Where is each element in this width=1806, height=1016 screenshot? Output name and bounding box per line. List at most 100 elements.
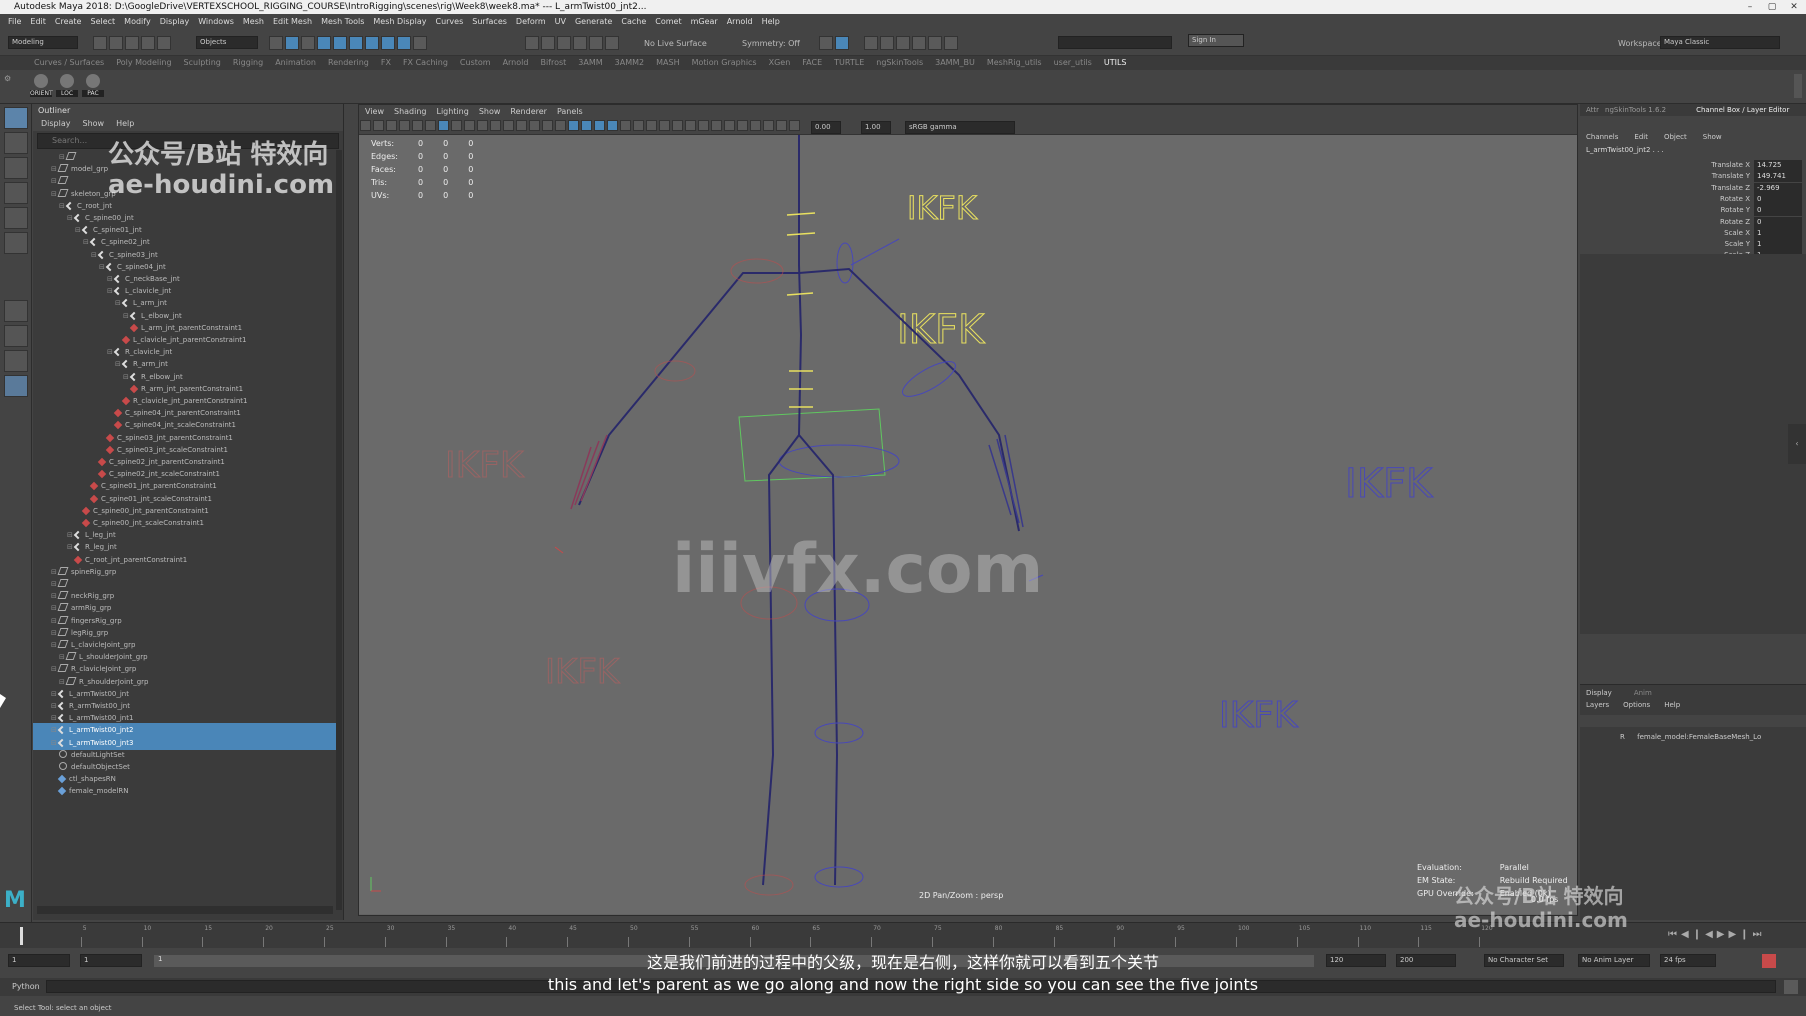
shelf-tab-sculpting[interactable]: Sculpting: [184, 58, 221, 67]
viewport-tool-icon[interactable]: [776, 120, 787, 131]
menu-generate[interactable]: Generate: [575, 17, 612, 26]
viewport-tool-icon[interactable]: [789, 120, 800, 131]
single-layout-icon[interactable]: [4, 300, 28, 322]
save-scene-icon[interactable]: [125, 36, 139, 50]
shelf-tab-3amm2[interactable]: 3AMM2: [615, 58, 644, 67]
minimize-button[interactable]: –: [1740, 0, 1760, 14]
shelf-button-pac[interactable]: PAC: [82, 72, 104, 102]
root-control[interactable]: [778, 444, 900, 478]
shelf-tab-arnold[interactable]: Arnold: [503, 58, 529, 67]
playback-controls[interactable]: ⏮◀❙◀▶▶❙⏭: [1668, 929, 1766, 940]
layer-menu-help[interactable]: Help: [1664, 701, 1680, 709]
menu-windows[interactable]: Windows: [198, 17, 234, 26]
close-button[interactable]: ✕: [1784, 0, 1804, 14]
layer-tab-anim[interactable]: Anim: [1634, 689, 1652, 697]
right-pole-vector[interactable]: [554, 546, 564, 554]
mask-dynamic-icon[interactable]: [381, 36, 395, 50]
viewport-tool-icon[interactable]: [737, 120, 748, 131]
outliner-menu-help[interactable]: Help: [116, 119, 134, 128]
menu-help[interactable]: Help: [762, 17, 780, 26]
open-scene-icon[interactable]: [109, 36, 123, 50]
two-layout-icon[interactable]: [4, 350, 28, 372]
menu-display[interactable]: Display: [160, 17, 190, 26]
shelf-tab-3amm-bu[interactable]: 3AMM_BU: [935, 58, 975, 67]
shelf-tab-rigging[interactable]: Rigging: [233, 58, 263, 67]
viewport-tool-icon[interactable]: [529, 120, 540, 131]
left-pole-vector[interactable]: [1028, 574, 1044, 582]
playback-end-field[interactable]: 120: [1326, 954, 1386, 967]
menu-curves[interactable]: Curves: [435, 17, 463, 26]
right-arm-joints[interactable]: [578, 272, 799, 506]
viewport-menu-view[interactable]: View: [365, 107, 384, 116]
shelf-tab-3amm[interactable]: 3AMM: [578, 58, 602, 67]
select-tool-icon[interactable]: [4, 107, 28, 129]
viewport-tool-icon[interactable]: [399, 120, 410, 131]
viewport-tool-icon[interactable]: [373, 120, 384, 131]
mask-surface-icon[interactable]: [349, 36, 363, 50]
select-object-icon[interactable]: [285, 36, 299, 50]
channel-menu-object[interactable]: Object: [1664, 133, 1687, 141]
layer-name[interactable]: female_model:FemaleBaseMesh_Lo: [1637, 733, 1761, 741]
snap-point-icon[interactable]: [557, 36, 571, 50]
outliner-scrollbar[interactable]: [336, 150, 342, 910]
playback-start-field[interactable]: 1: [80, 954, 142, 967]
quick-select-field[interactable]: [1058, 36, 1172, 49]
undo-icon[interactable]: [141, 36, 155, 50]
time-slider[interactable]: 5 10 15 20 25 30 35 40 45 50 55 60 65 70 75 80 85 90 95 100…: [0, 922, 1806, 948]
viewport-tool-icon[interactable]: [451, 120, 462, 131]
viewport-tool-icon[interactable]: [438, 120, 449, 131]
history-icon[interactable]: [819, 36, 833, 50]
mask-joint-icon[interactable]: [317, 36, 331, 50]
spine-joints[interactable]: [798, 135, 803, 436]
menu-file[interactable]: File: [8, 17, 21, 26]
viewport-panel[interactable]: View Shading Lighting Show Renderer Panels 0.…: [358, 104, 1578, 916]
viewport-tool-icon[interactable]: [360, 120, 371, 131]
viewport-tool-icon[interactable]: [568, 120, 579, 131]
mask-deform-icon[interactable]: [365, 36, 379, 50]
attribute-row[interactable]: Rotate Z 0: [1580, 216, 1806, 228]
redo-icon[interactable]: [157, 36, 171, 50]
right-knee-control[interactable]: [740, 586, 798, 620]
left-leg-joints[interactable]: [798, 434, 839, 886]
character-set-dropdown[interactable]: No Character Set: [1484, 954, 1564, 967]
attribute-value[interactable]: 0: [1754, 205, 1802, 217]
gamma-field[interactable]: 1.00: [861, 121, 891, 134]
shelf-tab-fx[interactable]: FX: [381, 58, 391, 67]
layer-menu-options[interactable]: Options: [1623, 701, 1650, 709]
viewport-tool-icon[interactable]: [698, 120, 709, 131]
viewport-tool-icon[interactable]: [581, 120, 592, 131]
shelf-tab-face[interactable]: FACE: [802, 58, 822, 67]
attribute-value[interactable]: 1: [1754, 227, 1802, 239]
shelf-tab-motion-graphics[interactable]: Motion Graphics: [692, 58, 757, 67]
attribute-value[interactable]: -2.969: [1754, 182, 1802, 194]
hypershade-icon[interactable]: [928, 36, 942, 50]
viewport-menu-shading[interactable]: Shading: [394, 107, 427, 116]
viewport-tool-icon[interactable]: [542, 120, 553, 131]
shelf-tab-animation[interactable]: Animation: [275, 58, 316, 67]
viewport-tool-icon[interactable]: [672, 120, 683, 131]
command-input[interactable]: [46, 980, 1776, 993]
menu-surfaces[interactable]: Surfaces: [472, 17, 507, 26]
menu-set-dropdown[interactable]: Modeling: [8, 36, 78, 49]
four-layout-icon[interactable]: [4, 325, 28, 347]
layer-reference-flag[interactable]: R: [1620, 733, 1625, 741]
range-bar[interactable]: 1: [154, 955, 1314, 967]
right-foot-control[interactable]: [744, 874, 794, 896]
construction-history-icon[interactable]: [835, 36, 849, 50]
mask-render-icon[interactable]: [397, 36, 411, 50]
workspace-dropdown[interactable]: Maya Classic: [1660, 36, 1780, 49]
menu-create[interactable]: Create: [55, 17, 82, 26]
shelf-tab-bifrost[interactable]: Bifrost: [540, 58, 566, 67]
attribute-row[interactable]: Translate Z -2.969: [1580, 182, 1806, 194]
viewport-tool-icon[interactable]: [386, 120, 397, 131]
ikfk-control-spine[interactable]: IKFK: [897, 307, 987, 354]
snap-grid-icon[interactable]: [525, 36, 539, 50]
shelf-tab-user-utils[interactable]: user_utils: [1054, 58, 1092, 67]
attribute-row[interactable]: Translate Y 149.741: [1580, 171, 1806, 183]
shelf-tab-turtle[interactable]: TURTLE: [834, 58, 864, 67]
shelf-tab-custom[interactable]: Custom: [460, 58, 491, 67]
shelf-tab-rendering[interactable]: Rendering: [328, 58, 369, 67]
menu-deform[interactable]: Deform: [516, 17, 546, 26]
menu-mesh-display[interactable]: Mesh Display: [373, 17, 426, 26]
shelf-tab-xgen[interactable]: XGen: [769, 58, 791, 67]
